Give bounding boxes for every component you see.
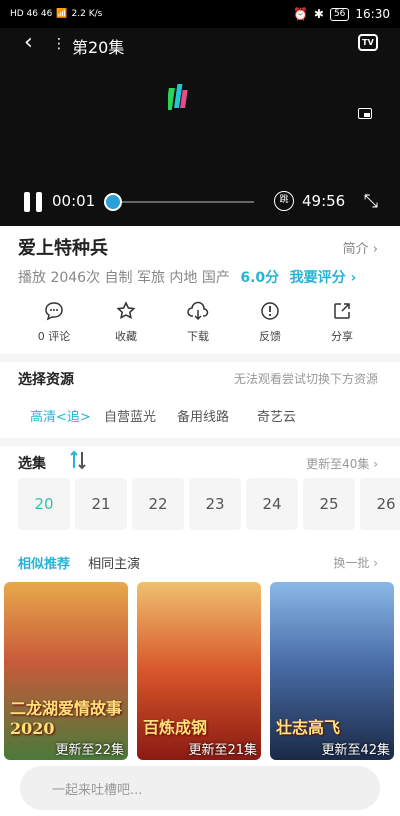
sources-hint: 无法观看尝试切换下方资源 (233, 372, 378, 386)
episode-item[interactable]: 22 (132, 478, 184, 530)
total-time: 49:56 (302, 192, 346, 210)
section-divider (0, 354, 400, 362)
episode-title: 第20集 (72, 38, 125, 57)
star-icon (115, 300, 137, 322)
progress-track[interactable] (108, 201, 254, 203)
tv-cast-icon[interactable]: TV (358, 34, 378, 51)
intro-link[interactable]: 简介 › (343, 238, 378, 257)
video-player[interactable]: ‹ ⋮ 第20集 TV 00:01 跳 49:56 ⤡ (0, 28, 400, 226)
source-backup[interactable]: 备用线路 (177, 406, 229, 425)
current-time: 00:01 (52, 192, 96, 210)
more-dots-icon[interactable]: ⋮ (52, 36, 66, 52)
net-speed: 2.2 K/s (71, 9, 103, 19)
share-icon (331, 300, 353, 322)
feedback-button[interactable]: 反馈 (234, 300, 306, 350)
episode-list: 20 21 22 23 24 25 26 (18, 478, 400, 530)
episode-item[interactable]: 24 (246, 478, 298, 530)
comment-label: 0 评论 (37, 330, 71, 343)
episode-item[interactable]: 25 (303, 478, 355, 530)
bluetooth-icon: ✱ (313, 7, 324, 21)
tab-same-cast[interactable]: 相同主演 (88, 557, 140, 572)
poster-row: 二龙湖爱情故事2020 更新至22集 百炼成钢 更新至21集 壮志高飞 更新至4… (4, 582, 400, 760)
fullscreen-icon[interactable]: ⤡ (364, 191, 378, 212)
meta-text: 播放 2046次 自制 军旅 内地 国产 (18, 270, 230, 286)
time-label: 16:30 (355, 7, 390, 21)
feedback-label: 反馈 (259, 330, 281, 343)
player-controls: 00:01 跳 49:56 ⤡ (0, 188, 400, 218)
status-left: HD 46 46 📶 2.2 K/s (10, 9, 102, 19)
alarm-icon: ⏰ (292, 7, 308, 21)
recommend-tabs: 相似推荐 相同主演 (18, 553, 140, 572)
action-row: 0 评论 收藏 下载 反馈 分享 (0, 300, 400, 350)
poster-card[interactable]: 百炼成钢 更新至21集 (137, 582, 261, 760)
comment-input[interactable]: 一起来吐槽吧... (20, 766, 380, 810)
poster-title: 壮志高飞 (276, 718, 341, 737)
poster-update: 更新至22集 (55, 743, 124, 758)
show-title: 爱上特种兵 (18, 238, 108, 259)
loading-logo-icon (168, 84, 188, 110)
episode-item[interactable]: 23 (189, 478, 241, 530)
tab-similar[interactable]: 相似推荐 (18, 557, 70, 572)
comment-button[interactable]: 0 评论 (18, 300, 90, 350)
section-divider (0, 438, 400, 446)
poster-update: 更新至42集 (321, 743, 390, 758)
back-arrow-icon[interactable]: ‹ (24, 32, 33, 54)
sort-icon[interactable] (68, 450, 88, 470)
episodes-title: 选集 (18, 456, 46, 472)
episode-item[interactable]: 21 (75, 478, 127, 530)
poster-card[interactable]: 壮志高飞 更新至42集 (270, 582, 394, 760)
sources-title: 选择资源 (18, 372, 74, 388)
download-label: 下载 (187, 330, 209, 343)
show-meta: 播放 2046次 自制 军旅 内地 国产 6.0分 我要评分 › (18, 267, 356, 287)
source-hd[interactable]: 高清<追> (30, 406, 91, 425)
title-row: 爱上特种兵 简介 › (0, 234, 400, 260)
pause-button[interactable] (24, 192, 44, 212)
episode-item[interactable]: 20 (18, 478, 70, 530)
source-iqiyi-cloud[interactable]: 奇艺云 (257, 406, 296, 425)
skip-button[interactable]: 跳 (274, 191, 294, 211)
comment-placeholder: 一起来吐槽吧... (52, 783, 143, 798)
favorite-button[interactable]: 收藏 (90, 300, 162, 350)
share-label: 分享 (331, 330, 353, 343)
signal-text: HD 46 46 (10, 9, 53, 19)
feedback-icon (259, 300, 281, 322)
source-bluray[interactable]: 自营蓝光 (104, 406, 156, 425)
favorite-label: 收藏 (115, 330, 137, 343)
comment-icon (43, 300, 65, 322)
status-bar: HD 46 46 📶 2.2 K/s ⏰ ✱ 56 16:30 (0, 0, 400, 28)
wifi-icon: 📶 (56, 9, 68, 19)
picture-in-picture-icon[interactable] (358, 108, 372, 119)
rate-button[interactable]: 我要评分 › (290, 270, 357, 286)
refresh-button[interactable]: 换一批 › (333, 554, 378, 571)
score-label: 6.0分 (240, 270, 280, 286)
episodes-update[interactable]: 更新至40集 › (306, 455, 378, 472)
battery-indicator: 56 (329, 7, 350, 21)
progress-knob[interactable] (104, 193, 122, 211)
share-button[interactable]: 分享 (306, 300, 378, 350)
poster-card[interactable]: 二龙湖爱情故事2020 更新至22集 (4, 582, 128, 760)
episode-item[interactable]: 26 (360, 478, 400, 530)
poster-update: 更新至21集 (188, 743, 257, 758)
poster-title: 二龙湖爱情故事2020 (10, 699, 123, 738)
source-list: 高清<追> 自营蓝光 备用线路 奇艺云 (0, 406, 400, 426)
status-right: ⏰ ✱ 56 16:30 (293, 7, 390, 21)
download-button[interactable]: 下载 (162, 300, 234, 350)
poster-title: 百炼成钢 (143, 718, 208, 737)
download-icon (187, 300, 209, 322)
